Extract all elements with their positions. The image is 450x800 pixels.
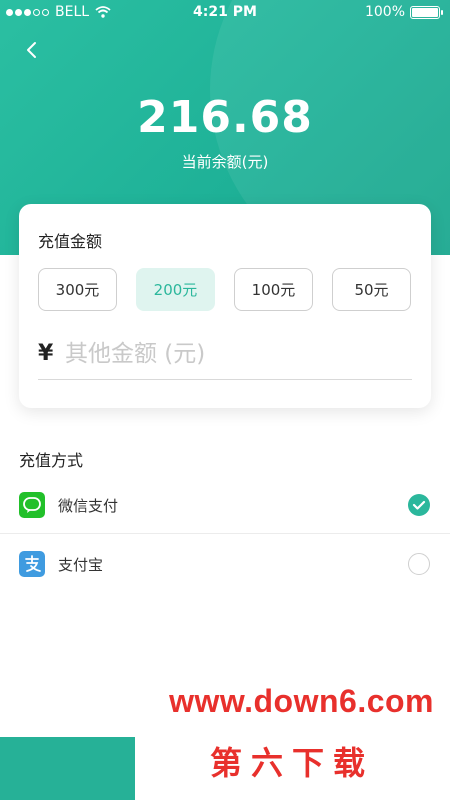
balance-label: 当前余额(元) bbox=[181, 153, 269, 171]
back-button[interactable] bbox=[20, 38, 44, 62]
battery-info: 100% bbox=[364, 4, 443, 20]
radio-checked[interactable] bbox=[408, 494, 430, 516]
currency-symbol: ¥ bbox=[38, 341, 54, 366]
bottom-bar bbox=[0, 737, 135, 800]
amount-option-50[interactable]: 50元 bbox=[332, 268, 411, 311]
payment-method-label: 微信支付 bbox=[58, 497, 119, 515]
amount-options: 300元 200元 100元 50元 bbox=[38, 268, 411, 311]
wechat-icon bbox=[19, 492, 45, 518]
status-bar: BELL 4:21 PM 100% bbox=[0, 0, 450, 26]
amount-option-100[interactable]: 100元 bbox=[234, 268, 313, 311]
check-icon bbox=[412, 500, 426, 510]
alipay-icon bbox=[19, 551, 45, 577]
watermark-text: 第六下载 bbox=[210, 744, 375, 782]
amount-option-200[interactable]: 200元 bbox=[136, 268, 215, 311]
recharge-card: 充值金额 300元 200元 100元 50元 ¥ bbox=[19, 204, 431, 408]
payment-method-alipay[interactable]: 支付宝 bbox=[0, 535, 450, 593]
watermark-url: www.down6.com bbox=[169, 683, 434, 719]
radio-unchecked[interactable] bbox=[408, 553, 430, 575]
battery-percent: 100% bbox=[364, 4, 405, 20]
input-underline bbox=[38, 379, 412, 380]
amount-option-300[interactable]: 300元 bbox=[38, 268, 117, 311]
payment-method-wechat[interactable]: 微信支付 bbox=[0, 476, 450, 534]
battery-icon bbox=[410, 5, 443, 19]
chevron-left-icon bbox=[27, 42, 36, 58]
battery-level bbox=[412, 7, 438, 17]
payment-method-label: 支付宝 bbox=[58, 556, 104, 574]
recharge-amount-title: 充值金额 bbox=[38, 232, 103, 251]
other-amount-input[interactable] bbox=[65, 334, 405, 374]
payment-method-title: 充值方式 bbox=[19, 451, 84, 470]
balance-amount: 216.68 bbox=[137, 92, 313, 143]
